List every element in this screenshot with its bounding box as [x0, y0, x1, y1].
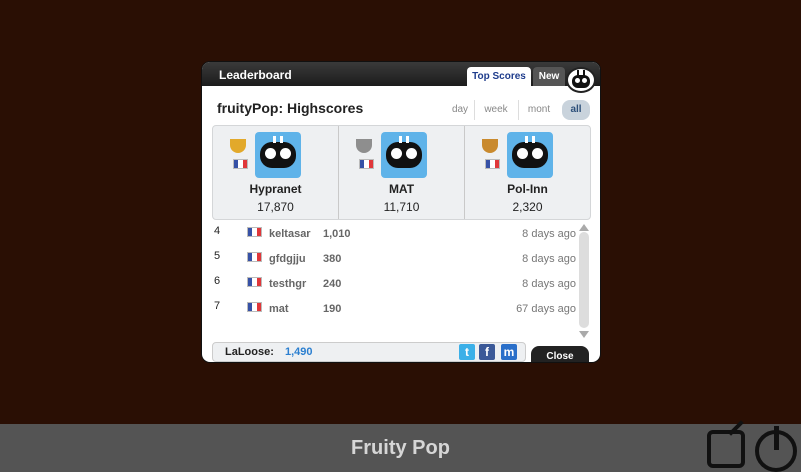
- list-item[interactable]: 7 mat 190 67 days ago: [212, 297, 576, 319]
- bottom-bar: Fruity Pop: [0, 424, 801, 472]
- tab-top-scores[interactable]: Top Scores: [467, 67, 531, 86]
- rank: 7: [214, 300, 221, 312]
- highscores-title: fruityPop: Highscores: [217, 100, 364, 116]
- score-list: 4 keltasar 1,010 8 days ago 5 gfdgjju 38…: [212, 222, 576, 334]
- myspace-icon[interactable]: m: [501, 344, 517, 360]
- podium-score: 11,710: [383, 200, 420, 214]
- avatar: [507, 132, 553, 178]
- modal-header: Leaderboard Top Scores New: [202, 62, 600, 93]
- podium-name: Hypranet: [249, 182, 302, 196]
- list-item[interactable]: 6 testhgr 240 8 days ago: [212, 272, 576, 294]
- period-week[interactable]: week: [474, 100, 517, 120]
- player-name: keltasar: [269, 228, 311, 240]
- player-name: mat: [269, 303, 289, 315]
- france-flag-icon: [247, 302, 262, 312]
- trophy-icon: [230, 139, 246, 153]
- period-month[interactable]: mont: [518, 100, 559, 120]
- close-button[interactable]: Close: [531, 346, 589, 362]
- podium-name: Pol-Inn: [507, 182, 548, 196]
- scroll-thumb[interactable]: [579, 232, 589, 328]
- podium-score: 2,320: [512, 200, 543, 214]
- france-flag-icon: [485, 159, 500, 169]
- scrollbar[interactable]: [578, 222, 590, 338]
- facebook-icon[interactable]: f: [479, 344, 495, 360]
- podium-entry[interactable]: Hypranet 17,870: [213, 126, 338, 219]
- podium-entry[interactable]: Pol-Inn 2,320: [464, 126, 590, 219]
- timestamp: 8 days ago: [522, 278, 576, 290]
- podium-name: MAT: [388, 182, 415, 196]
- list-item[interactable]: 5 gfdgjju 380 8 days ago: [212, 247, 576, 269]
- rank: 5: [214, 250, 221, 262]
- rank: 6: [214, 275, 221, 287]
- my-name: LaLoose:: [225, 346, 274, 358]
- france-flag-icon: [247, 227, 262, 237]
- scroll-down-icon[interactable]: [579, 331, 589, 338]
- timestamp: 67 days ago: [516, 303, 576, 315]
- france-flag-icon: [247, 252, 262, 262]
- avatar: [255, 132, 301, 178]
- avatar: [381, 132, 427, 178]
- player-score: 190: [323, 303, 342, 315]
- trophy-icon: [482, 139, 498, 153]
- leaderboard-modal: Leaderboard Top Scores New fruityPop: Hi…: [202, 62, 600, 362]
- my-score-bar: LaLoose: 1,490 t f m: [212, 342, 526, 362]
- podium: Hypranet 17,870 MAT 11,710 Pol-Inn 2,320: [212, 125, 591, 220]
- share-icon[interactable]: [707, 420, 745, 468]
- trophy-icon: [356, 139, 372, 153]
- period-all[interactable]: all: [562, 100, 590, 120]
- period-day[interactable]: day: [448, 100, 472, 120]
- modal-title: Leaderboard: [219, 68, 292, 82]
- player-name: testhgr: [269, 278, 307, 290]
- twitter-icon[interactable]: t: [459, 344, 475, 360]
- timestamp: 8 days ago: [522, 228, 576, 240]
- player-score: 380: [323, 253, 342, 265]
- game-title: Fruity Pop: [351, 437, 450, 459]
- robot-logo-icon: [566, 67, 596, 93]
- scroll-up-icon[interactable]: [579, 224, 589, 231]
- podium-score: 17,870: [257, 200, 294, 214]
- podium-entry[interactable]: MAT 11,710: [338, 126, 464, 219]
- my-score: 1,490: [285, 346, 313, 358]
- france-flag-icon: [233, 159, 248, 169]
- timestamp: 8 days ago: [522, 253, 576, 265]
- france-flag-icon: [359, 159, 374, 169]
- tab-new[interactable]: New: [533, 67, 565, 86]
- player-score: 1,010: [323, 228, 351, 240]
- france-flag-icon: [247, 277, 262, 287]
- player-name: gfdgjju: [269, 253, 306, 265]
- rank: 4: [214, 225, 221, 237]
- player-score: 240: [323, 278, 342, 290]
- list-item[interactable]: 4 keltasar 1,010 8 days ago: [212, 222, 576, 244]
- power-icon[interactable]: [755, 426, 797, 472]
